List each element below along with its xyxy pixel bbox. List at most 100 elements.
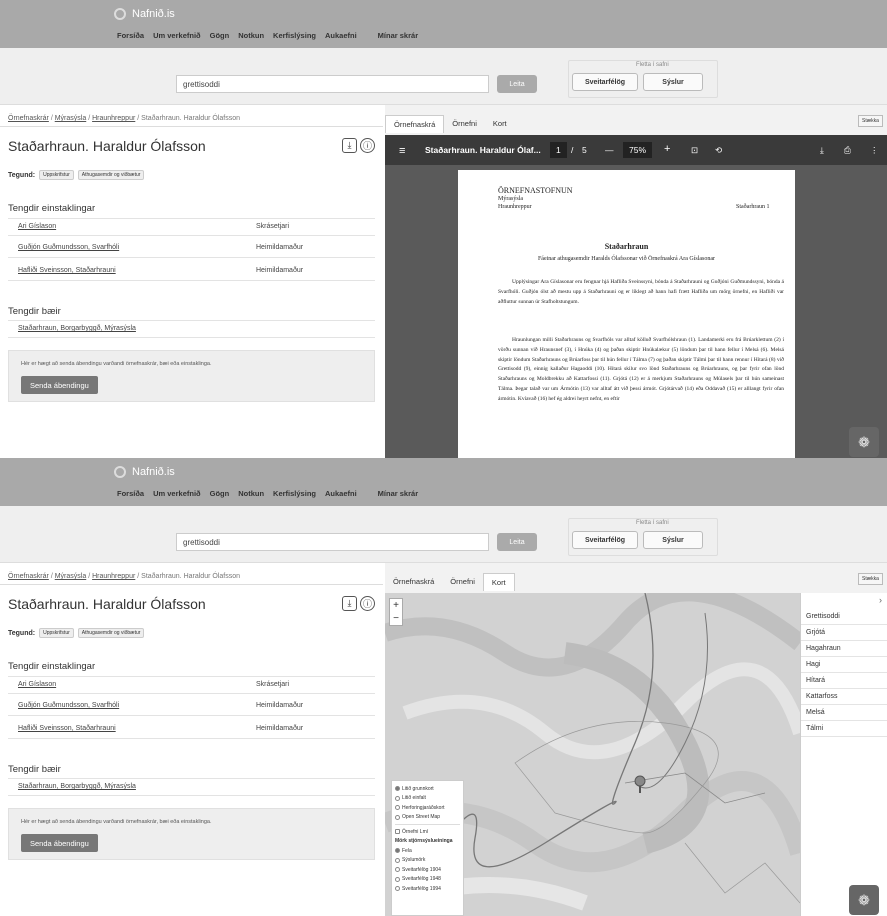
- nav-um-verkefnid[interactable]: Um verkefnið: [153, 489, 201, 498]
- crumb-hraunhreppur[interactable]: Hraunhreppur: [92, 115, 135, 122]
- zoom-in-button[interactable]: +: [390, 599, 402, 612]
- nav-um-verkefnid[interactable]: Um verkefnið: [153, 31, 201, 40]
- farm-link[interactable]: Staðarhraun, Borgarbyggð, Mýrasýsla: [18, 783, 136, 790]
- list-item[interactable]: Hítará: [801, 673, 887, 689]
- radio-icon: [395, 786, 400, 792]
- farms-heading: Tengdir bæir: [8, 306, 61, 317]
- zoom-out-button[interactable]: —: [605, 145, 614, 155]
- top-bar: Nafnið.is Forsíða Um verkefnið Gögn Notk…: [0, 0, 887, 48]
- tab-ornefni[interactable]: Örnefni: [442, 573, 483, 591]
- pdf-page-input[interactable]: 1: [550, 142, 567, 158]
- pdf-title: Staðarhraun. Haraldur Ólaf...: [425, 145, 541, 155]
- print-icon[interactable]: ⎙: [844, 145, 851, 156]
- admin-option[interactable]: Sýslumörk: [395, 856, 460, 866]
- nav-minar-skrar[interactable]: Mínar skrár: [378, 489, 418, 498]
- site-logo[interactable]: Nafnið.is: [114, 8, 175, 20]
- list-item[interactable]: Tálmi: [801, 721, 887, 737]
- layer-option[interactable]: Open Street Map: [395, 813, 460, 823]
- admin-option[interactable]: Sveitarfélög 1948: [395, 875, 460, 885]
- search-input[interactable]: grettisoddi: [176, 75, 489, 93]
- counties-button[interactable]: Sýslur: [643, 531, 703, 549]
- crumb-hraunhreppur[interactable]: Hraunhreppur: [92, 573, 135, 580]
- doc-farm: Staðarhraun 1: [736, 204, 770, 210]
- tab-kort[interactable]: Kort: [485, 115, 515, 133]
- tab-ornefnaskra[interactable]: Örnefnaskrá: [385, 573, 442, 591]
- nav-gogn[interactable]: Gögn: [210, 489, 230, 498]
- list-item[interactable]: Hagi: [801, 657, 887, 673]
- nav-aukaefni[interactable]: Aukaefni: [325, 489, 357, 498]
- crumb-ornefnaskrar[interactable]: Örnefnaskrár: [8, 115, 49, 122]
- doc-paragraph: Hraunlungan milli Staðarhrauns og Svarfh…: [498, 337, 784, 402]
- search-button[interactable]: Leita: [497, 75, 537, 93]
- person-link[interactable]: Guðjón Guðmundsson, Svarfhóli: [18, 702, 119, 709]
- doc-paragraph: Upplýsingar Ara Gíslasonar eru fengnar h…: [498, 279, 784, 305]
- list-item[interactable]: Grjótá: [801, 625, 887, 641]
- radio-icon: [395, 848, 400, 854]
- tab-ornefni[interactable]: Örnefni: [444, 115, 485, 133]
- expand-button[interactable]: Stækka: [858, 573, 883, 585]
- municipalities-button[interactable]: Sveitarfélög: [572, 73, 638, 91]
- crumb-current: Staðarhraun. Haraldur Ólafsson: [141, 115, 240, 122]
- municipalities-button[interactable]: Sveitarfélög: [572, 531, 638, 549]
- chevron-right-icon[interactable]: ›: [801, 593, 887, 609]
- send-feedback-button[interactable]: Senda ábendingu: [21, 376, 98, 394]
- nav-kerfislysing[interactable]: Kerfislýsing: [273, 489, 316, 498]
- layer-option[interactable]: Litið grunnkort: [395, 784, 460, 794]
- list-item[interactable]: Melsá: [801, 705, 887, 721]
- person-link[interactable]: Hafliði Sveinsson, Staðarhrauni: [18, 725, 116, 732]
- expand-button[interactable]: Stækka: [858, 115, 883, 127]
- zoom-in-button[interactable]: +: [664, 143, 670, 155]
- nav-forsida[interactable]: Forsíða: [117, 489, 144, 498]
- nav-notkun[interactable]: Notkun: [238, 31, 264, 40]
- crumb-myrasysla[interactable]: Mýrasýsla: [55, 115, 87, 122]
- farm-link[interactable]: Staðarhraun, Borgarbyggð, Mýrasýsla: [18, 325, 136, 332]
- person-link[interactable]: Hafliði Sveinsson, Staðarhrauni: [18, 267, 116, 274]
- feedback-box: Hér er hægt að senda ábendingu varðandi …: [8, 350, 375, 402]
- admin-option[interactable]: Sveitarfélög 1994: [395, 884, 460, 894]
- table-row: Guðjón Guðmundsson, Svarfhóli Heimildamað…: [8, 240, 375, 258]
- person-link[interactable]: Ari Gíslason: [18, 223, 56, 230]
- logo-icon: [114, 8, 126, 20]
- fit-page-icon[interactable]: ⊡: [691, 145, 698, 156]
- search-input[interactable]: grettisoddi: [176, 533, 489, 551]
- person-link[interactable]: Ari Gíslason: [18, 681, 56, 688]
- counties-button[interactable]: Sýslur: [643, 73, 703, 91]
- more-icon[interactable]: ⋮: [870, 145, 879, 156]
- list-item[interactable]: Hagahraun: [801, 641, 887, 657]
- layer-option[interactable]: Litið einfalt: [395, 794, 460, 804]
- zoom-out-button[interactable]: −: [390, 612, 402, 625]
- nav-gogn[interactable]: Gögn: [210, 31, 230, 40]
- admin-option[interactable]: Sveitarfélög 1904: [395, 865, 460, 875]
- nav-notkun[interactable]: Notkun: [238, 489, 264, 498]
- download-icon[interactable]: ⤓: [820, 145, 824, 156]
- nav-forsida[interactable]: Forsíða: [117, 31, 144, 40]
- download-icon[interactable]: ⤓: [342, 138, 357, 153]
- nav-kerfislysing[interactable]: Kerfislýsing: [273, 31, 316, 40]
- person-link[interactable]: Guðjón Guðmundsson, Svarfhóli: [18, 244, 119, 251]
- nav-minar-skrar[interactable]: Mínar skrár: [378, 31, 418, 40]
- rotate-icon[interactable]: ⟲: [715, 145, 722, 156]
- logo-icon: [114, 466, 126, 478]
- cite-icon[interactable]: ⓘ: [360, 138, 375, 153]
- doc-org: ÖRNEFNASTOFNUN: [498, 186, 573, 195]
- crumb-myrasysla[interactable]: Mýrasýsla: [55, 573, 87, 580]
- tab-ornefnaskra[interactable]: Örnefnaskrá: [385, 115, 445, 133]
- menu-icon[interactable]: ≡: [399, 145, 405, 157]
- send-feedback-button[interactable]: Senda ábendingu: [21, 834, 98, 852]
- admin-option[interactable]: Fela: [395, 846, 460, 856]
- overlay-option[interactable]: Örnefni Lmí: [395, 827, 460, 837]
- list-item[interactable]: Kattarfoss: [801, 689, 887, 705]
- type-row: Tegund: Uppskrifstur Athugasemdir og viðbæ…: [8, 170, 145, 180]
- zoom-level[interactable]: 75%: [623, 142, 653, 158]
- site-logo[interactable]: Nafnið.is: [114, 466, 175, 478]
- zoom-controls: + −: [389, 598, 403, 626]
- tab-kort[interactable]: Kort: [482, 573, 515, 591]
- cite-icon[interactable]: ⓘ: [360, 596, 375, 611]
- search-button[interactable]: Leita: [497, 533, 537, 551]
- crumb-ornefnaskrar[interactable]: Örnefnaskrár: [8, 573, 49, 580]
- nav-aukaefni[interactable]: Aukaefni: [325, 31, 357, 40]
- type-tag: Uppskrifstur: [39, 628, 74, 638]
- download-icon[interactable]: ⤓: [342, 596, 357, 611]
- layer-option[interactable]: Herforingjaráðskort: [395, 803, 460, 813]
- list-item[interactable]: Grettisoddi: [801, 609, 887, 625]
